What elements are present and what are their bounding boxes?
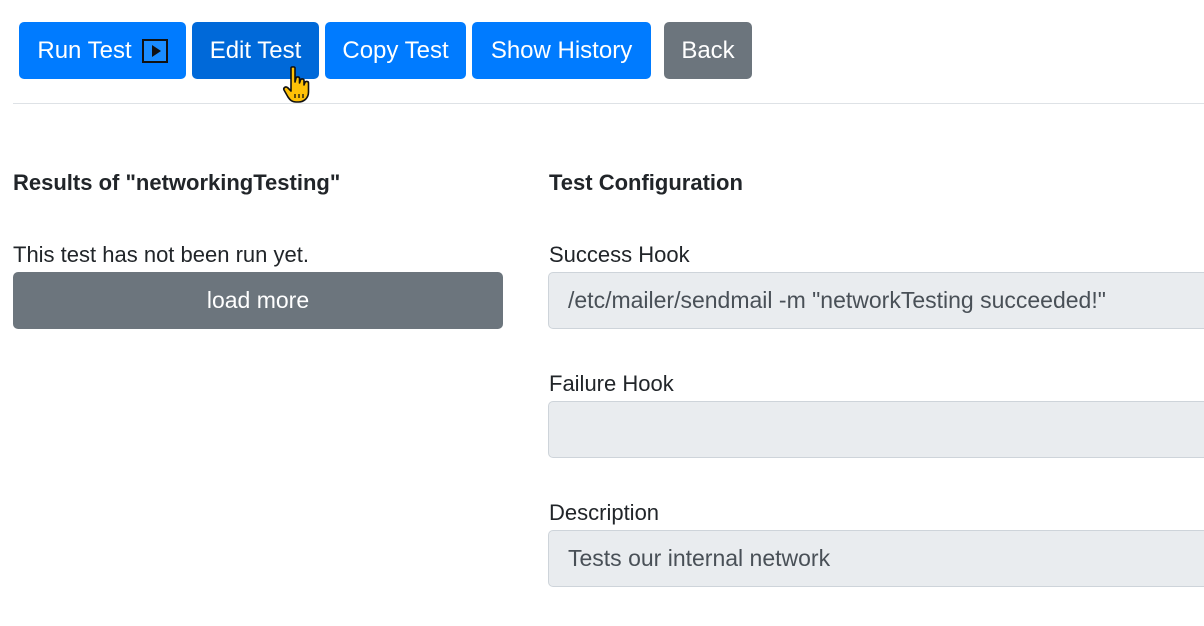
failure-hook-field[interactable]	[548, 401, 1204, 458]
run-test-button[interactable]: Run Test	[19, 22, 186, 79]
success-hook-label: Success Hook	[549, 242, 690, 267]
run-test-label: Run Test	[37, 36, 132, 64]
back-button[interactable]: Back	[664, 22, 752, 79]
toolbar: Run Test Edit Test Copy Test Show Histor…	[0, 0, 1204, 104]
config-heading: Test Configuration	[549, 170, 743, 195]
copy-test-button[interactable]: Copy Test	[325, 22, 466, 79]
show-history-button[interactable]: Show History	[472, 22, 651, 79]
description-field[interactable]: Tests our internal network	[548, 530, 1204, 587]
load-more-button[interactable]: load more	[13, 272, 503, 329]
hand-pointer-icon	[282, 66, 310, 103]
results-heading: Results of "networkingTesting"	[13, 170, 341, 195]
results-status-text: This test has not been run yet.	[13, 242, 309, 267]
success-hook-field[interactable]: /etc/mailer/sendmail -m "networkTesting …	[548, 272, 1204, 329]
play-icon	[141, 38, 168, 63]
description-label: Description	[549, 500, 660, 525]
failure-hook-label: Failure Hook	[549, 371, 674, 396]
divider	[13, 103, 1204, 104]
